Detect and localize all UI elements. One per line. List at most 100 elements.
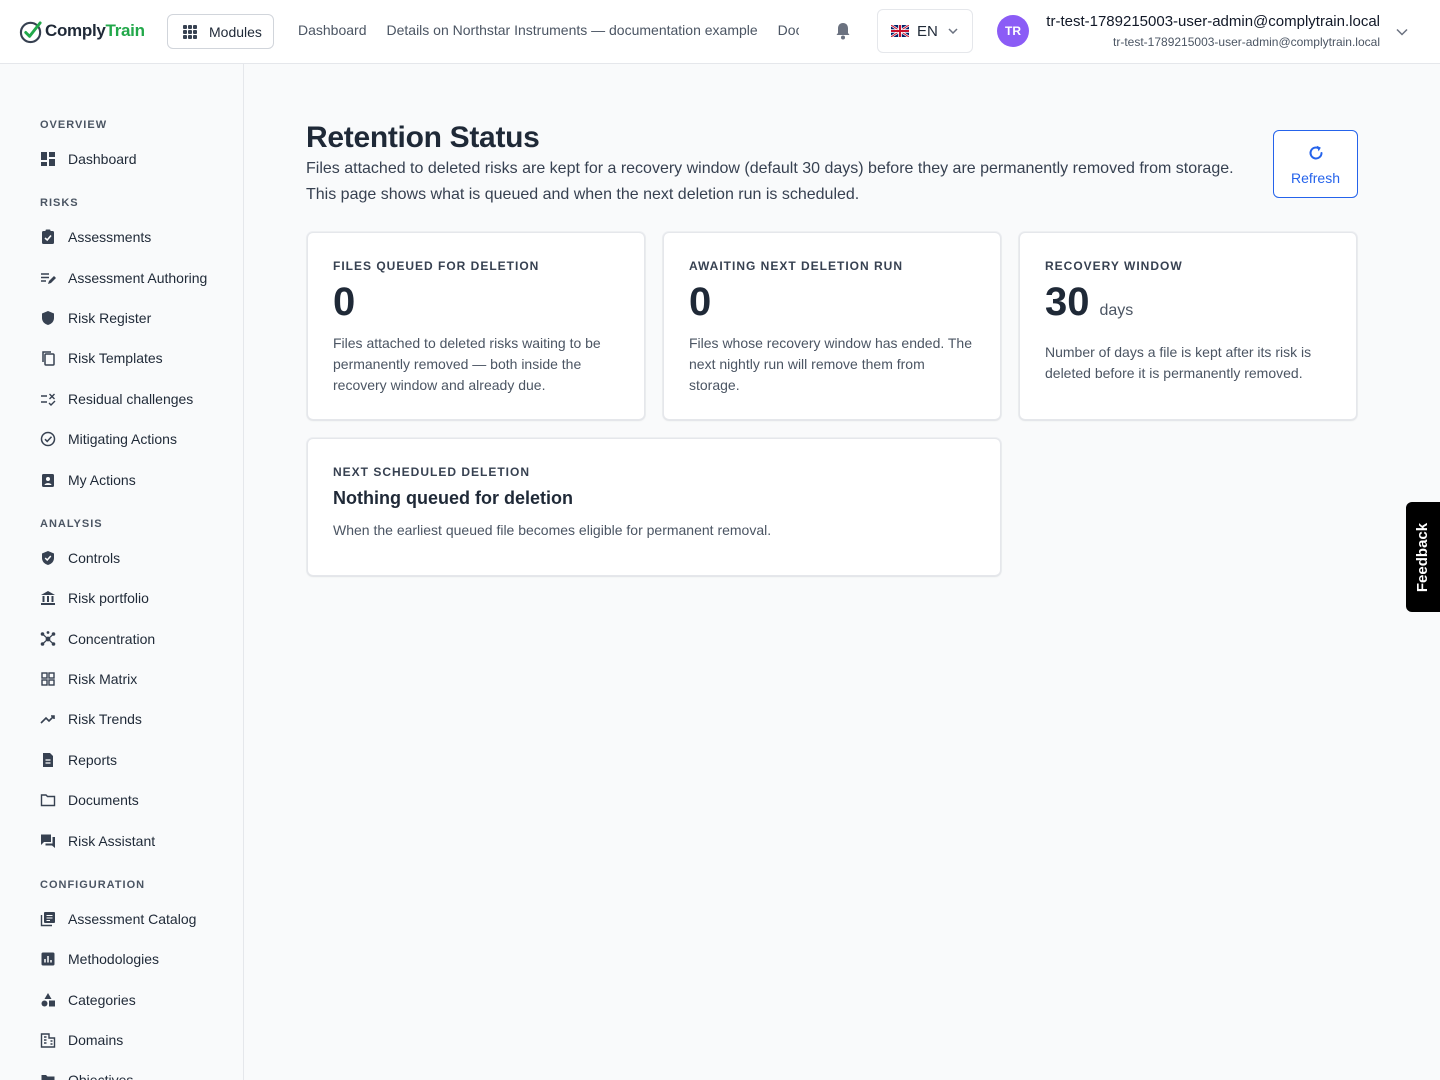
sidebar-item-label: Risk Assistant xyxy=(68,833,156,849)
avatar[interactable]: TR xyxy=(997,15,1029,47)
card-value: 30 days xyxy=(1045,279,1331,334)
card-label: NEXT SCHEDULED DELETION xyxy=(333,465,531,479)
shield-icon xyxy=(40,310,56,326)
files-queued-card: FILES QUEUED FOR DELETION 0 Files attach… xyxy=(307,232,645,420)
chevron-down-icon xyxy=(948,28,958,34)
sidebar-item-assessments[interactable]: Assessments xyxy=(40,225,151,249)
card-label: RECOVERY WINDOW xyxy=(1045,259,1183,273)
modules-button[interactable]: Modules xyxy=(167,14,274,49)
sidebar-item-label: Methodologies xyxy=(68,951,160,967)
trending-icon xyxy=(40,711,56,727)
sidebar-item-risk-portfolio[interactable]: Risk portfolio xyxy=(40,586,149,610)
brand-name: ComplyTrain xyxy=(45,21,145,41)
refresh-icon xyxy=(1309,145,1322,159)
top-bar: ComplyTrain Modules Dashboard Details on… xyxy=(0,0,1440,64)
edit-note-icon xyxy=(40,270,56,286)
sidebar-item-my-actions[interactable]: My Actions xyxy=(40,468,136,492)
sidebar-item-label: Categories xyxy=(68,992,136,1008)
user-email: tr-test-1789215003-user-admin@complytrai… xyxy=(1113,35,1380,49)
page-description: Files attached to deleted risks are kept… xyxy=(306,160,1234,203)
awaiting-deletion-card: AWAITING NEXT DELETION RUN 0 Files whose… xyxy=(663,232,1001,420)
sidebar-item-domains[interactable]: Domains xyxy=(40,1028,123,1052)
recovery-days-value: 30 xyxy=(1045,280,1090,324)
feedback-tab[interactable]: Feedback xyxy=(1406,502,1440,612)
card-unit: days xyxy=(1099,302,1134,319)
sidebar-item-residual-challenges[interactable]: Residual challenges xyxy=(40,387,193,411)
sidebar-section-risks: RISKS xyxy=(40,197,79,209)
apps-grid-icon xyxy=(183,24,197,39)
copy-icon xyxy=(40,350,56,366)
sidebar-item-risk-matrix[interactable]: Risk Matrix xyxy=(40,667,137,691)
bell-icon[interactable] xyxy=(835,22,851,40)
brand-train: Train xyxy=(105,21,145,40)
sidebar-item-label: Concentration xyxy=(68,631,156,647)
breadcrumb-item[interactable]: Dashboard xyxy=(298,22,367,38)
sidebar-section-configuration: CONFIGURATION xyxy=(40,879,146,891)
check-circle-icon xyxy=(40,431,56,447)
sidebar-item-risk-register[interactable]: Risk Register xyxy=(40,306,151,330)
language-selector[interactable]: EN xyxy=(877,9,973,53)
sidebar-item-label: Risk Register xyxy=(68,310,152,326)
sidebar-item-label: Reports xyxy=(68,752,118,768)
sidebar-item-controls[interactable]: Controls xyxy=(40,546,120,570)
chart-box-icon xyxy=(40,951,56,967)
brand-comply: Comply xyxy=(45,21,106,40)
sidebar-item-label: Risk portfolio xyxy=(68,590,149,606)
brand-logo[interactable]: ComplyTrain xyxy=(19,17,145,45)
sidebar-item-risk-assistant[interactable]: Risk Assistant xyxy=(40,829,155,853)
sidebar-item-risk-templates[interactable]: Risk Templates xyxy=(40,346,163,370)
uk-flag-icon xyxy=(891,25,909,37)
sidebar: OVERVIEW Dashboard RISKS Assessments Ass… xyxy=(0,64,244,1080)
sidebar-item-label: Risk Templates xyxy=(68,350,163,366)
sidebar-item-label: Domains xyxy=(68,1032,124,1048)
sidebar-item-label: Dashboard xyxy=(68,151,137,167)
sidebar-item-concentration[interactable]: Concentration xyxy=(40,627,155,651)
sidebar-item-assessment-authoring[interactable]: Assessment Authoring xyxy=(40,266,207,290)
sidebar-item-documents[interactable]: Documents xyxy=(40,788,139,812)
report-icon xyxy=(40,752,56,768)
card-description: When the earliest queued file becomes el… xyxy=(333,522,772,538)
breadcrumb-item[interactable]: Details on Northstar Instruments — docum… xyxy=(387,22,758,38)
refresh-button[interactable]: Refresh xyxy=(1273,130,1358,198)
sidebar-item-label: Risk Matrix xyxy=(68,671,138,687)
sidebar-item-label: Risk Trends xyxy=(68,711,142,727)
card-label: FILES QUEUED FOR DELETION xyxy=(333,259,540,273)
user-menu-chevron-icon[interactable] xyxy=(1396,28,1408,36)
sidebar-item-mitigating-actions[interactable]: Mitigating Actions xyxy=(40,427,177,451)
card-description: Files attached to deleted risks waiting … xyxy=(333,335,601,393)
sidebar-item-dashboard[interactable]: Dashboard xyxy=(40,147,137,171)
sidebar-item-label: Controls xyxy=(68,550,121,566)
refresh-label: Refresh xyxy=(1290,169,1341,186)
sidebar-item-categories[interactable]: Categories xyxy=(40,988,136,1012)
sidebar-item-risk-trends[interactable]: Risk Trends xyxy=(40,707,142,731)
chat-icon xyxy=(40,833,56,849)
folder-icon xyxy=(40,1072,56,1080)
category-icon xyxy=(40,992,56,1008)
check-circle-logo-icon xyxy=(19,20,42,43)
breadcrumb-item[interactable]: Documents xyxy=(778,22,799,38)
sidebar-item-label: Assessments xyxy=(68,229,152,245)
sidebar-item-objectives[interactable]: Objectives xyxy=(40,1068,133,1080)
recovery-window-card: RECOVERY WINDOW 30 days Number of days a … xyxy=(1019,232,1357,420)
card-label: AWAITING NEXT DELETION RUN xyxy=(689,259,904,273)
modules-label: Modules xyxy=(209,23,262,40)
dashboard-icon xyxy=(40,151,56,167)
card-value: 0 xyxy=(333,280,356,324)
sidebar-section-overview: OVERVIEW xyxy=(40,119,108,131)
sidebar-item-label: Assessment Authoring xyxy=(68,270,208,286)
clipboard-user-icon xyxy=(40,472,56,488)
rule-icon xyxy=(40,391,56,407)
sidebar-item-assessment-catalog[interactable]: Assessment Catalog xyxy=(40,907,196,931)
sidebar-item-reports[interactable]: Reports xyxy=(40,748,117,772)
user-name[interactable]: tr-test-1789215003-user-admin@complytrai… xyxy=(1046,13,1380,30)
sidebar-item-methodologies[interactable]: Methodologies xyxy=(40,947,159,971)
sidebar-item-label: Assessment Catalog xyxy=(68,911,197,927)
feedback-label: Feedback xyxy=(1414,522,1432,592)
sidebar-item-label: Objectives xyxy=(68,1072,134,1080)
breadcrumb: Dashboard Details on Northstar Instrumen… xyxy=(298,22,799,38)
building-icon xyxy=(40,1032,56,1048)
assessment-icon xyxy=(40,229,56,245)
catalog-icon xyxy=(40,911,56,927)
verified-shield-icon xyxy=(40,550,56,566)
sidebar-item-label: Residual challenges xyxy=(68,391,194,407)
